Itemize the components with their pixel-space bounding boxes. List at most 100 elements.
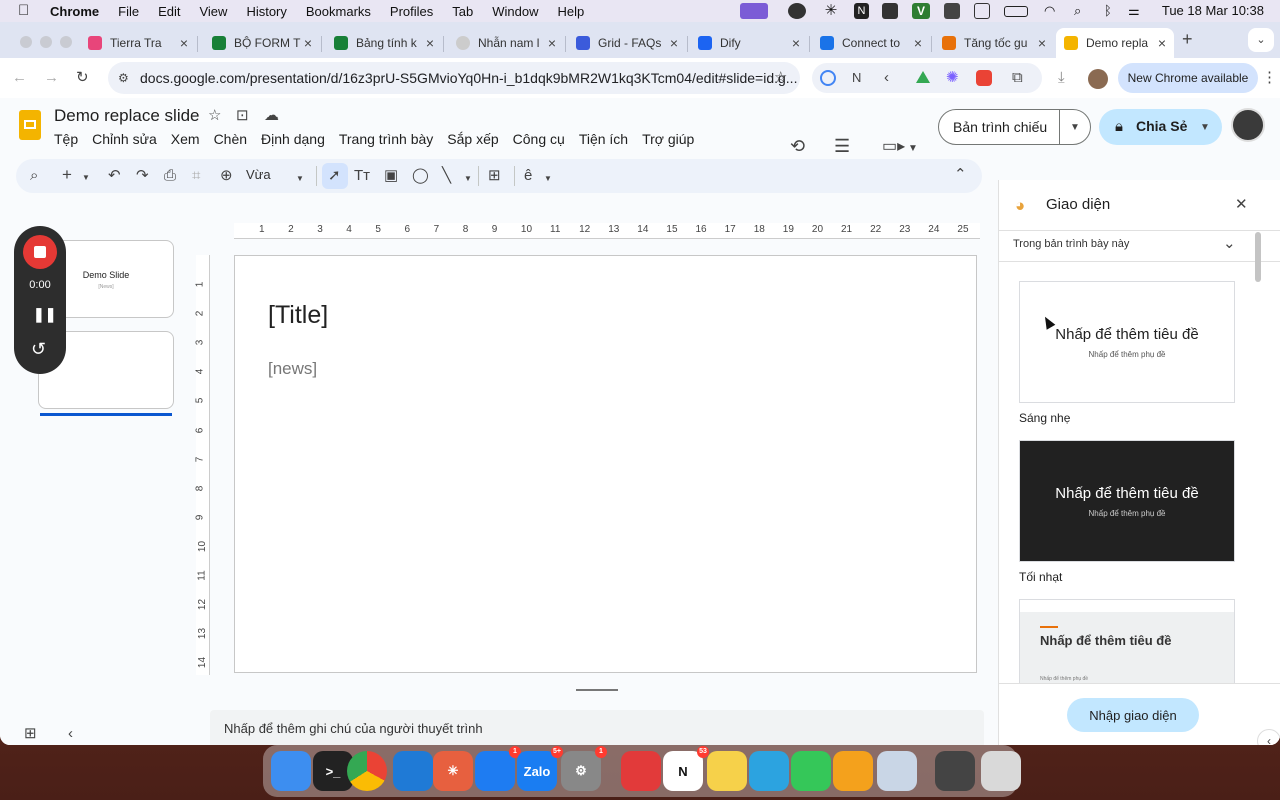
tab-dify[interactable]: Dify × bbox=[690, 28, 808, 58]
cloud-saved-icon[interactable]: ☁ bbox=[264, 108, 279, 123]
drive-extension-icon[interactable] bbox=[916, 71, 930, 83]
slideshow-dropdown-icon[interactable]: ▼ bbox=[1070, 120, 1080, 135]
close-tab-icon[interactable]: × bbox=[548, 35, 556, 51]
apple-icon[interactable]:  bbox=[18, 3, 32, 19]
paint-format-icon[interactable]: ⌗ bbox=[192, 168, 200, 183]
menu-chen[interactable]: Chèn bbox=[214, 131, 247, 147]
menu-app-name[interactable]: Chrome bbox=[50, 4, 99, 19]
control-center-icon[interactable]: ⚌ bbox=[1128, 3, 1146, 19]
share-dropdown-icon[interactable]: ▼ bbox=[1200, 120, 1210, 135]
menu-view[interactable]: View bbox=[199, 4, 227, 19]
menubar-clock[interactable]: Tue 18 Mar 10:38 bbox=[1162, 3, 1264, 18]
menu-bookmarks[interactable]: Bookmarks bbox=[306, 4, 371, 19]
vpn-tray-icon[interactable]: V bbox=[912, 3, 930, 19]
menu-cong-cu[interactable]: Công cụ bbox=[513, 131, 565, 147]
line-dropdown-icon[interactable]: ▼ bbox=[464, 171, 472, 186]
input-tools-dropdown-icon[interactable]: ▼ bbox=[544, 171, 552, 186]
chevron-down-icon[interactable]: ⌄ bbox=[1223, 236, 1236, 251]
claude-dock-icon[interactable]: ✳ bbox=[433, 751, 473, 791]
slides-logo-icon[interactable] bbox=[19, 110, 41, 140]
document-title[interactable]: Demo replace slide bbox=[54, 106, 200, 126]
zoom-dropdown-icon[interactable]: ▼ bbox=[296, 171, 304, 186]
comments-icon[interactable]: ☰ bbox=[834, 137, 850, 155]
trash-dock-icon[interactable] bbox=[981, 751, 1021, 791]
collapse-filmstrip-icon[interactable]: ‹ bbox=[68, 726, 73, 741]
close-tab-icon[interactable]: × bbox=[792, 35, 800, 51]
panel-scrollbar[interactable] bbox=[1255, 232, 1261, 282]
messenger-dock-icon[interactable]: 1 bbox=[475, 746, 521, 791]
maximize-window-icon[interactable] bbox=[60, 36, 72, 48]
extension-red-icon[interactable] bbox=[976, 70, 992, 86]
close-tab-icon[interactable]: × bbox=[914, 35, 922, 51]
puzzle-extensions-icon[interactable]: ⧉ bbox=[1012, 70, 1023, 85]
input-tools-icon[interactable]: ê bbox=[524, 168, 532, 183]
import-theme-button[interactable]: Nhập giao diện bbox=[1067, 698, 1199, 732]
menu-trang-trinh-bay[interactable]: Trang trình bày bbox=[339, 131, 433, 147]
bluetooth-icon[interactable]: ᛒ bbox=[1104, 3, 1122, 19]
settings-dock-icon[interactable]: ⚙ 1 bbox=[561, 746, 607, 791]
menu-history[interactable]: History bbox=[246, 4, 286, 19]
stop-record-button[interactable] bbox=[23, 235, 57, 269]
slide-title-placeholder[interactable]: [Title] bbox=[268, 301, 328, 330]
menu-tab[interactable]: Tab bbox=[452, 4, 473, 19]
battery-icon[interactable] bbox=[1004, 6, 1028, 17]
shape-icon[interactable]: ◯ bbox=[412, 168, 429, 183]
slide-canvas[interactable]: [Title] [news] bbox=[234, 255, 977, 673]
address-bar[interactable]: ⚙ docs.google.com/presentation/d/16z3prU… bbox=[108, 62, 800, 94]
chevron-left-icon[interactable]: ‹ bbox=[884, 70, 889, 85]
close-tab-icon[interactable]: × bbox=[426, 35, 434, 51]
profile-avatar-icon[interactable] bbox=[1088, 69, 1108, 89]
side-panel-toggle-icon[interactable]: ‹ bbox=[1257, 729, 1280, 745]
close-tab-icon[interactable]: × bbox=[1158, 35, 1166, 51]
search-menus-icon[interactable]: ⌕ bbox=[30, 168, 38, 183]
theme-source-dropdown[interactable]: Trong bản trình bày này bbox=[1013, 238, 1129, 250]
menu-file[interactable]: File bbox=[118, 4, 139, 19]
move-folder-icon[interactable]: ⊡ bbox=[236, 108, 249, 123]
menu-window[interactable]: Window bbox=[492, 4, 538, 19]
download-icon[interactable]: ⤓ bbox=[1058, 70, 1065, 85]
line-icon[interactable]: ╲ bbox=[442, 168, 451, 183]
print-icon[interactable]: ⎙ bbox=[164, 168, 176, 183]
extension-google-icon[interactable] bbox=[820, 70, 836, 86]
new-tab-icon[interactable]: + bbox=[1182, 30, 1193, 48]
text-box-icon[interactable]: Tт bbox=[354, 168, 370, 183]
drive-tray-icon[interactable] bbox=[882, 3, 898, 19]
restart-icon[interactable]: ↺ bbox=[31, 339, 46, 360]
site-info-icon[interactable]: ⚙ bbox=[118, 71, 129, 86]
user-avatar[interactable] bbox=[1231, 108, 1265, 142]
star-icon[interactable]: ☆ bbox=[208, 108, 221, 123]
more-menu-icon[interactable]: ⋮ bbox=[1262, 70, 1277, 85]
minimize-window-icon[interactable] bbox=[40, 36, 52, 48]
new-slide-dropdown-icon[interactable]: ▼ bbox=[82, 170, 90, 185]
meet-camera-icon[interactable]: ▭▸ bbox=[882, 139, 905, 155]
search-spotlight-icon[interactable]: ⌕ bbox=[1074, 3, 1092, 19]
notion-tray-icon[interactable]: N bbox=[854, 3, 869, 19]
menu-edit[interactable]: Edit bbox=[158, 4, 180, 19]
ai-extension-icon[interactable]: ✺ bbox=[946, 70, 959, 85]
add-comment-icon[interactable]: ⊞ bbox=[488, 168, 501, 183]
zoom-icon[interactable]: ⊕ bbox=[220, 168, 233, 183]
slide-subtitle-placeholder[interactable]: [news] bbox=[268, 359, 317, 379]
close-panel-icon[interactable]: ✕ bbox=[1235, 197, 1248, 212]
new-chrome-available-button[interactable]: New Chrome available bbox=[1118, 63, 1258, 93]
notion-extension-icon[interactable]: N bbox=[852, 70, 861, 85]
menu-xem[interactable]: Xem bbox=[171, 131, 200, 147]
theme-card-third[interactable]: Nhấp để thêm tiêu đề Nhấp để thêm phụ đề bbox=[1019, 599, 1235, 683]
redo-icon[interactable]: ↷ bbox=[136, 168, 149, 183]
claude-tray-icon[interactable]: ✳ bbox=[822, 3, 840, 19]
zoom-select[interactable]: Vừa bbox=[246, 167, 271, 182]
screen-record-icon[interactable] bbox=[740, 3, 768, 19]
image-icon[interactable]: ▣ bbox=[384, 168, 398, 183]
meet-dropdown-icon[interactable]: ▼ bbox=[908, 141, 918, 156]
tab-bang-tinh[interactable]: Bảng tính k × bbox=[326, 28, 442, 58]
menu-chinh-sua[interactable]: Chỉnh sửa bbox=[92, 131, 157, 147]
pages-dock-icon[interactable] bbox=[833, 751, 873, 791]
pause-icon[interactable]: ❚❚ bbox=[33, 306, 56, 323]
wifi-icon[interactable]: ◠ bbox=[1044, 3, 1062, 19]
menu-profiles[interactable]: Profiles bbox=[390, 4, 433, 19]
keyboard-tray-icon[interactable] bbox=[974, 3, 990, 19]
menu-tep[interactable]: Tệp bbox=[54, 131, 78, 147]
menu-sap-xep[interactable]: Sắp xếp bbox=[447, 131, 498, 147]
menu-dinh-dang[interactable]: Định dạng bbox=[261, 131, 325, 147]
grid-view-icon[interactable]: ⊞ bbox=[24, 726, 37, 741]
